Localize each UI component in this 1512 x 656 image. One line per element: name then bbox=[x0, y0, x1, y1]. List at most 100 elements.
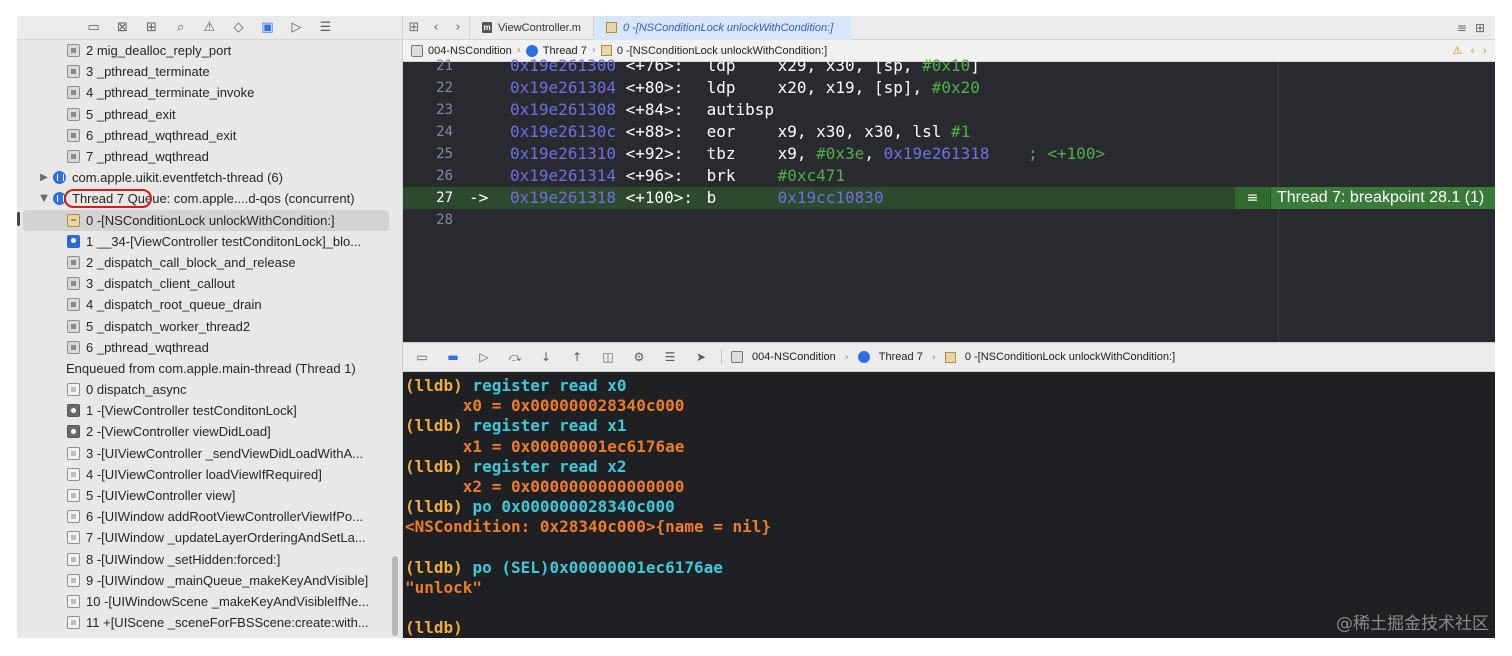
report-icon[interactable]: ☰ bbox=[315, 19, 336, 37]
instruction-immediate: #0x3e bbox=[816, 144, 865, 163]
simulate-location-icon[interactable]: ➤ bbox=[690, 350, 712, 364]
stack-frame-row[interactable]: 6 _pthread_wqthread_exit bbox=[17, 125, 389, 146]
system-frame-icon bbox=[67, 404, 80, 418]
breakpoints-toggle-icon[interactable]: ▬ bbox=[442, 350, 464, 364]
memory-graph-icon[interactable]: ⚙ bbox=[628, 350, 650, 364]
stack-frame-row[interactable]: 10 -[UIWindowScene _makeKeyAndVisibleIfN… bbox=[17, 591, 389, 612]
search-icon[interactable]: ⌕ bbox=[170, 19, 191, 37]
hide-debug-area-icon[interactable]: ▭ bbox=[411, 350, 433, 364]
debug-breadcrumb-project[interactable]: 004-NSCondition bbox=[752, 351, 836, 363]
stack-frame-row[interactable]: 3 _pthread_terminate bbox=[17, 61, 389, 82]
continue-icon[interactable]: ▷ bbox=[473, 350, 495, 364]
system-frame-icon bbox=[67, 594, 80, 608]
debug-breadcrumb-thread[interactable]: Thread 7 bbox=[879, 351, 923, 363]
view-hierarchy-icon[interactable]: ◫ bbox=[597, 350, 619, 364]
line-number[interactable]: 24 bbox=[403, 121, 453, 143]
stack-frame-row[interactable]: 0 -[NSConditionLock unlockWithCondition:… bbox=[23, 209, 389, 231]
line-number[interactable]: 21 bbox=[403, 55, 453, 77]
stack-frame-row[interactable]: 6 _pthread_wqthread bbox=[17, 337, 389, 358]
step-over-icon[interactable]: ⤼ bbox=[504, 350, 526, 365]
hierarchy-icon[interactable]: ⊞ bbox=[141, 19, 162, 37]
line-number[interactable]: 26 bbox=[403, 165, 453, 187]
menu-lines-icon[interactable]: ≡ bbox=[1235, 187, 1271, 209]
folder-icon[interactable]: ▭ bbox=[83, 19, 104, 37]
lldb-command: po (SEL)0x00000001ec6176ae bbox=[472, 557, 723, 577]
stack-frame-row[interactable]: 3 _dispatch_client_callout bbox=[17, 273, 389, 294]
disclosure-open-icon[interactable]: ▼ bbox=[38, 193, 50, 204]
source-control-icon[interactable]: ⊠ bbox=[112, 19, 133, 37]
stack-frame-row[interactable]: 5 _dispatch_worker_thread2 bbox=[17, 315, 389, 336]
navigator-edge-marker bbox=[17, 212, 20, 226]
stack-frame-row[interactable]: 4 _pthread_terminate_invoke bbox=[17, 82, 389, 103]
stack-frame-row[interactable]: 9 -[UIWindow _mainQueue_makeKeyAndVisibl… bbox=[17, 570, 389, 591]
back-chevron-icon[interactable]: ‹ bbox=[425, 20, 447, 35]
warning-icon[interactable]: ⚠ bbox=[199, 19, 220, 37]
line-number[interactable]: 23 bbox=[403, 99, 453, 121]
stack-frame-row[interactable]: 6 -[UIWindow addRootViewControllerViewIf… bbox=[17, 506, 389, 527]
stack-frame-row[interactable]: 2 mig_dealloc_reply_port bbox=[17, 40, 389, 61]
disassembly-line[interactable]: 26 0x19e261314 <+96>: brk #0xc471 bbox=[403, 165, 1495, 187]
tab-disassembly[interactable]: 0 -[NSConditionLock unlockWithCondition:… bbox=[592, 16, 851, 40]
system-frame-icon bbox=[67, 65, 80, 79]
instruction-text: 0x19e261314 <+96>: brk #0xc471 bbox=[510, 165, 845, 187]
lldb-console[interactable]: @稀土掘金技术社区 (lldb) register read x0 x0 = 0… bbox=[403, 372, 1495, 638]
tab-viewcontroller[interactable]: m ViewController.m bbox=[469, 16, 593, 40]
disassembly-line[interactable]: 21 0x19e261300 <+76>: ldp x29, x30, [sp, #0… bbox=[403, 55, 1495, 77]
thread-row[interactable]: ▼ Thread 7 Queue: com.apple....d-qos (con… bbox=[17, 188, 389, 209]
line-number[interactable]: 25 bbox=[403, 143, 453, 165]
debug-breadcrumb-frame[interactable]: 0 -[NSConditionLock unlockWithCondition:… bbox=[965, 351, 1175, 363]
stack-frame-row[interactable]: 2 -[ViewController viewDidLoad] bbox=[17, 421, 389, 442]
console-line: (lldb) register read x1 bbox=[405, 416, 627, 436]
row-label: 1 __34-[ViewController testConditonLock]… bbox=[86, 233, 362, 249]
user-frame-icon bbox=[67, 234, 80, 248]
instruction-text: 0x19e261308 <+84>: autibsp bbox=[510, 99, 797, 121]
stack-frame-row[interactable]: 5 -[UIViewController view] bbox=[17, 485, 389, 506]
stack-frame-row[interactable]: 11 +[UIScene _sceneForFBSScene:create:wi… bbox=[17, 612, 389, 633]
instruction-mnemonic: ldp bbox=[706, 56, 736, 75]
stack-frame-row[interactable]: 5 _pthread_exit bbox=[17, 104, 389, 125]
stack-frame-row[interactable]: 0 dispatch_async bbox=[17, 379, 389, 400]
editor-options-icon[interactable]: ≡ bbox=[1457, 21, 1467, 35]
stack-frame-row[interactable]: 7 -[UIWindow _updateLayerOrderingAndSetL… bbox=[17, 527, 389, 548]
navigator-scrollbar[interactable] bbox=[392, 556, 398, 636]
thread-icon bbox=[53, 171, 66, 185]
line-number[interactable]: 27 bbox=[403, 187, 453, 209]
stack-frame-row[interactable]: 2 _dispatch_call_block_and_release bbox=[17, 252, 389, 273]
instruction-operands-tail: ] bbox=[970, 56, 980, 75]
disclosure-closed-icon[interactable]: ▶ bbox=[38, 172, 50, 183]
stack-frame-row[interactable]: 8 -[UIWindow _setHidden:forced:] bbox=[17, 549, 389, 570]
console-line: (lldb) po (SEL)0x00000001ec6176ae bbox=[405, 558, 723, 578]
stack-frame-row[interactable]: 4 _dispatch_root_queue_drain bbox=[17, 294, 389, 315]
disassembly-line[interactable]: 23 0x19e261308 <+84>: autibsp bbox=[403, 99, 1495, 121]
step-out-icon[interactable]: ↑ bbox=[566, 350, 588, 364]
row-label: Enqueued from com.apple.main-thread (Thr… bbox=[66, 360, 356, 376]
test-icon[interactable]: ◇ bbox=[228, 19, 249, 37]
breakpoint-label: Thread 7: breakpoint 28.1 (1) bbox=[1277, 189, 1485, 206]
breakpoint-annotation[interactable]: ≡ Thread 7: breakpoint 28.1 (1) bbox=[1235, 187, 1495, 209]
stack-frame-row[interactable]: 7 _pthread_wqthread bbox=[17, 146, 389, 167]
instruction-comment: ; <+100> bbox=[1028, 144, 1106, 163]
line-number[interactable]: 28 bbox=[403, 209, 453, 231]
stack-frame-row[interactable]: 4 -[UIViewController loadViewIfRequired] bbox=[17, 464, 389, 485]
environment-overrides-icon[interactable]: ☰ bbox=[659, 350, 681, 364]
disassembly-line[interactable]: 25 0x19e261310 <+92>: tbz x9, #0x3e, 0x19e2… bbox=[403, 143, 1495, 165]
disassembly-line[interactable]: 24 0x19e26130c <+88>: eor x9, x30, x30, lsl… bbox=[403, 121, 1495, 143]
forward-chevron-icon[interactable]: › bbox=[447, 20, 469, 35]
line-number[interactable]: 22 bbox=[403, 77, 453, 99]
code-area[interactable]: 21 0x19e261300 <+76>: ldp x29, x30, [sp, #0… bbox=[403, 56, 1495, 342]
grid-icon[interactable]: ⊞ bbox=[403, 20, 425, 35]
disassembly-line[interactable]: 28 bbox=[403, 209, 1495, 231]
thread-row[interactable]: ▶ com.apple.uikit.eventfetch-thread (6) bbox=[17, 167, 389, 188]
current-instruction-line[interactable]: 27 -> 0x19e261318 <+100>: b 0x19cc10830 ≡ Thr… bbox=[403, 187, 1495, 209]
instruction-operands: x9, x30, x30, lsl bbox=[777, 122, 951, 141]
breakpoint-icon[interactable]: ▷ bbox=[286, 19, 307, 37]
stack-frame-row[interactable]: 1 __34-[ViewController testConditonLock]… bbox=[17, 231, 389, 252]
objc-file-icon: m bbox=[482, 22, 492, 33]
debug-icon[interactable]: ▣ bbox=[257, 19, 278, 37]
stack-frame-row[interactable]: 3 -[UIViewController _sendViewDidLoadWit… bbox=[17, 443, 389, 464]
step-into-icon[interactable]: ↓ bbox=[535, 350, 557, 364]
stack-frame-row[interactable]: 1 -[ViewController testConditonLock] bbox=[17, 400, 389, 421]
add-editor-icon[interactable]: ⊞ bbox=[1475, 21, 1485, 35]
system-frame-icon bbox=[67, 44, 80, 58]
disassembly-line[interactable]: 22 0x19e261304 <+80>: ldp x20, x19, [sp], #… bbox=[403, 77, 1495, 99]
